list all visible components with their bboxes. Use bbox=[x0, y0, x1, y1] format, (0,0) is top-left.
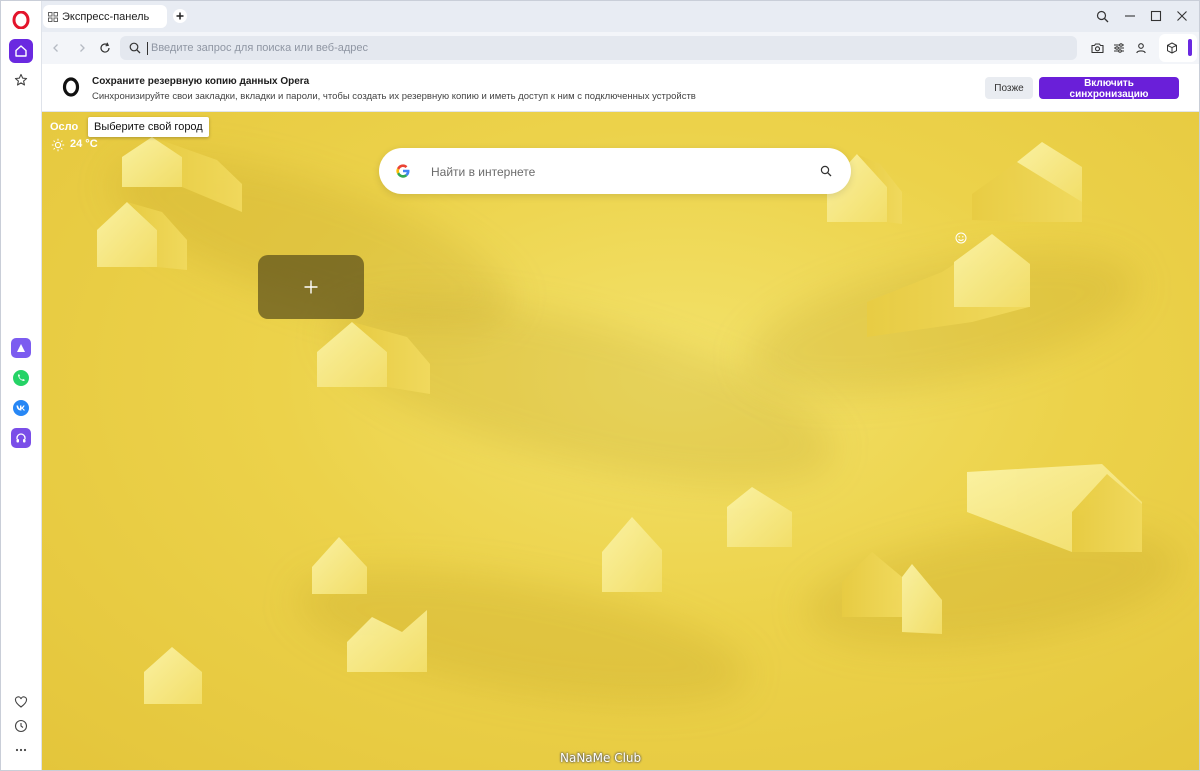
window-frame bbox=[0, 0, 1200, 771]
